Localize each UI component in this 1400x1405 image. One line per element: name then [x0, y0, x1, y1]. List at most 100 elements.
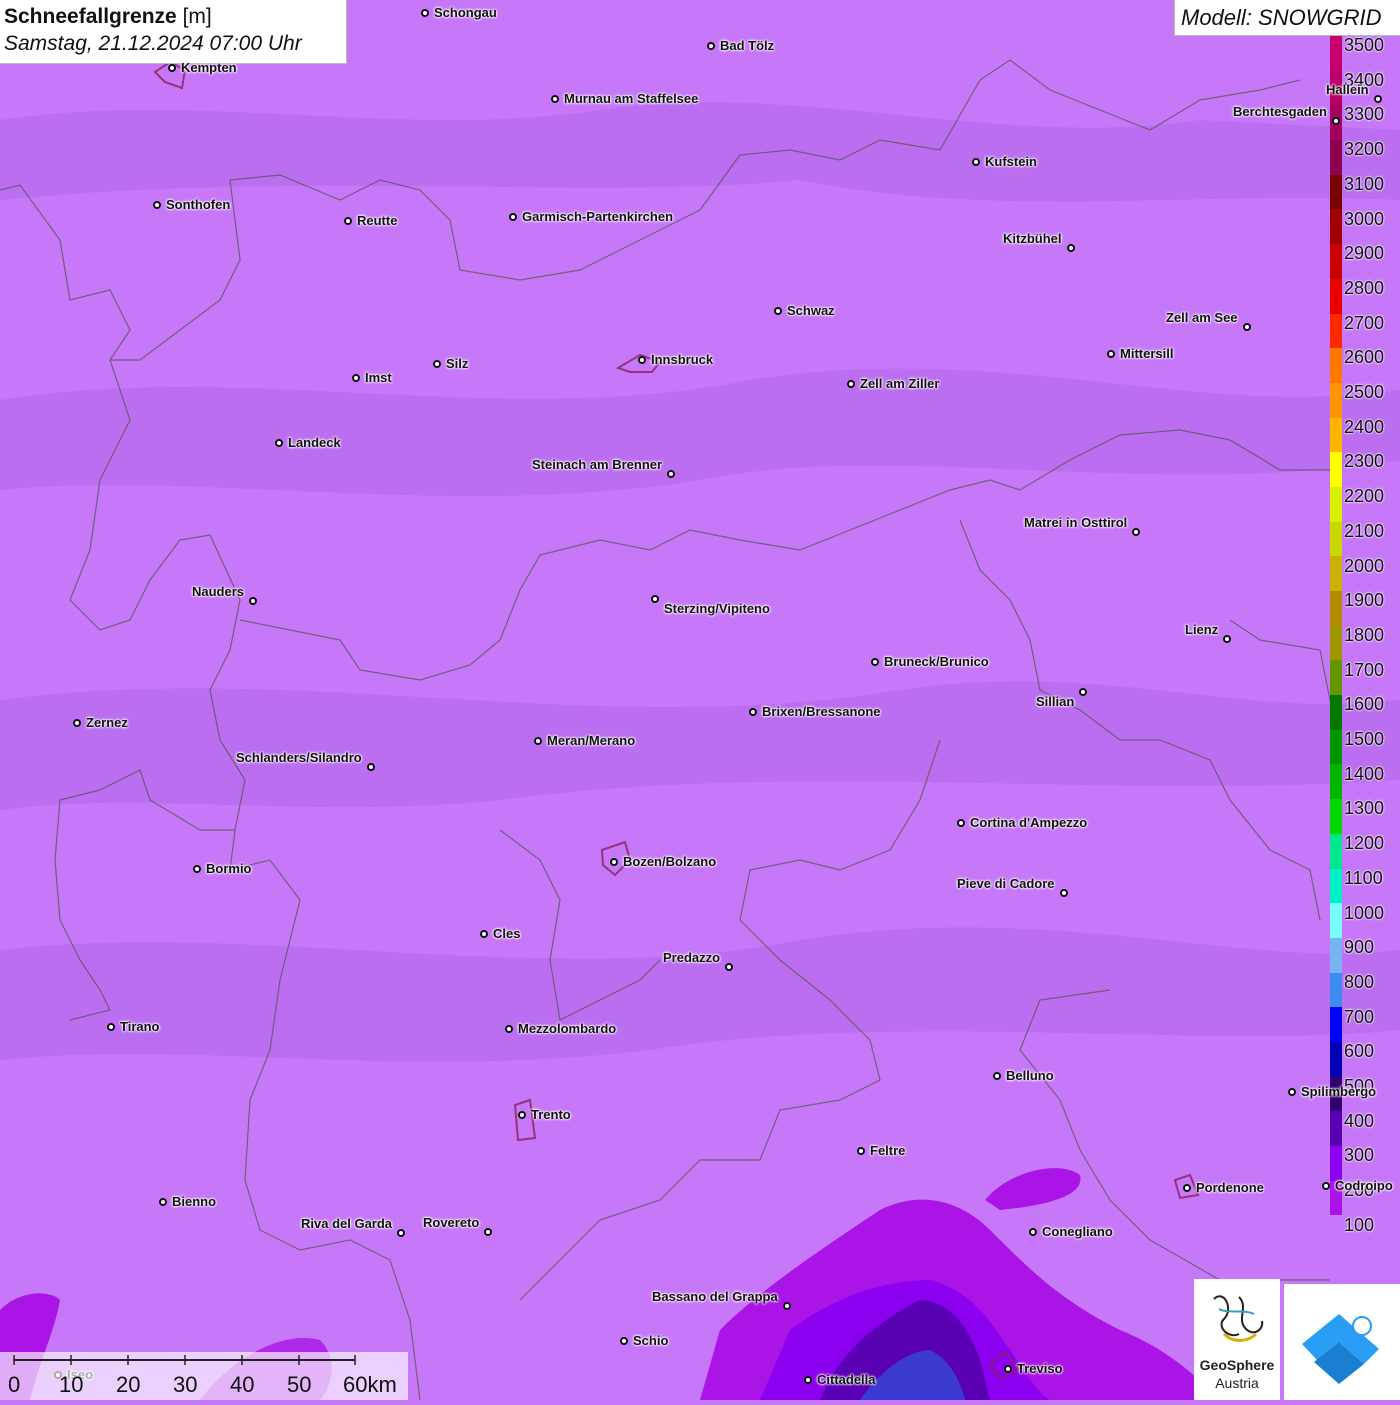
- city-dot-icon: [667, 470, 675, 478]
- city-label: Schongau: [434, 5, 497, 20]
- city-dot-icon: [857, 1147, 865, 1155]
- city-dot-icon: [707, 42, 715, 50]
- city-dot-icon: [871, 658, 879, 666]
- city-label: Pieve di Cadore: [957, 876, 1055, 891]
- legend-value-label: 2300: [1344, 451, 1385, 472]
- legend-value-label: 1900: [1344, 590, 1385, 611]
- city-dot-icon: [783, 1302, 791, 1310]
- model-label-box: Modell: SNOWGRID: [1174, 0, 1400, 36]
- city-dot-icon: [509, 213, 517, 221]
- city-label: Zell am See: [1166, 310, 1238, 325]
- legend-color-swatch: [1330, 382, 1342, 418]
- city-dot-icon: [638, 356, 646, 364]
- city-dot-icon: [1243, 323, 1251, 331]
- legend-color-swatch: [1330, 452, 1342, 487]
- city-label: Pordenone: [1196, 1180, 1264, 1195]
- city-dot-icon: [1079, 688, 1087, 696]
- legend-value-label: 600: [1344, 1041, 1375, 1062]
- legend-value-label: 2600: [1344, 347, 1385, 368]
- city-label: Trento: [531, 1107, 571, 1122]
- scale-tick-label: 20: [116, 1372, 141, 1397]
- city-label: Schio: [633, 1333, 669, 1348]
- legend-value-label: 2800: [1344, 277, 1385, 298]
- city-dot-icon: [159, 1198, 167, 1206]
- city-label: Sterzing/Vipiteno: [664, 601, 770, 616]
- legend-value-label: 2700: [1344, 312, 1385, 333]
- city-dot-icon: [367, 763, 375, 771]
- legend-color-swatch: [1330, 348, 1342, 383]
- legend-value-label: 2100: [1344, 520, 1385, 541]
- city-label: Conegliano: [1042, 1224, 1113, 1239]
- map-title: Schneefallgrenze [m]: [4, 5, 212, 28]
- geosphere-emblem-icon: [1213, 1295, 1264, 1342]
- city-dot-icon: [610, 858, 618, 866]
- city-label: Bassano del Grappa: [652, 1289, 778, 1304]
- legend-color-swatch: [1330, 695, 1342, 730]
- legend-color-swatch: [1330, 313, 1342, 349]
- city-label: Feltre: [870, 1143, 906, 1158]
- city-label: Hallein: [1326, 82, 1369, 97]
- scale-tick-label: 40: [230, 1372, 255, 1397]
- scale-tick-label: 50: [287, 1372, 312, 1397]
- city-dot-icon: [620, 1337, 628, 1345]
- city-dot-icon: [534, 737, 542, 745]
- legend-color-swatch: [1330, 903, 1342, 938]
- city-dot-icon: [193, 865, 201, 873]
- legend-value-label: 1500: [1344, 729, 1385, 749]
- city-dot-icon: [1060, 889, 1068, 897]
- legend-color-swatch: [1330, 729, 1342, 765]
- city-dot-icon: [957, 819, 965, 827]
- city-dot-icon: [993, 1072, 1001, 1080]
- legend-color-swatch: [1330, 764, 1342, 800]
- city-label: Zell am Ziller: [860, 376, 940, 391]
- legend-color-swatch: [1330, 1111, 1342, 1146]
- legend-color-swatch: [1330, 591, 1342, 626]
- legend-color-swatch: [1330, 833, 1342, 869]
- city-label: Nauders: [192, 584, 245, 599]
- city-label: Kempten: [181, 60, 237, 75]
- city-dot-icon: [774, 307, 782, 315]
- city-dot-icon: [1223, 635, 1231, 643]
- city-label: Riva del Garda: [301, 1216, 393, 1231]
- city-label: Schwaz: [787, 303, 835, 318]
- city-label: Codroipo: [1335, 1178, 1393, 1193]
- legend-value-label: 3100: [1344, 173, 1385, 194]
- legend-color-swatch: [1330, 1146, 1342, 1181]
- legend-value-label: 3200: [1344, 139, 1385, 160]
- city-label: Belluno: [1006, 1068, 1054, 1083]
- legend-color-swatch: [1330, 1215, 1342, 1251]
- legend-value-label: 1200: [1344, 833, 1385, 854]
- city-label: Innsbruck: [651, 352, 714, 367]
- legend-color-swatch: [1330, 244, 1342, 279]
- city-label: Garmisch-Partenkirchen: [522, 209, 674, 224]
- city-dot-icon: [1332, 117, 1340, 125]
- city-dot-icon: [847, 380, 855, 388]
- legend-color-swatch: [1330, 972, 1342, 1008]
- app-logo[interactable]: [1284, 1284, 1400, 1400]
- city-dot-icon: [1183, 1184, 1191, 1192]
- city-label: Sonthofen: [166, 197, 231, 212]
- legend-value-label: 1000: [1344, 902, 1385, 923]
- city-label: Brixen/Bressanone: [762, 704, 881, 719]
- legend-value-label: 100: [1344, 1214, 1375, 1235]
- legend-value-label: 300: [1344, 1145, 1375, 1166]
- model-label: Modell: SNOWGRID: [1181, 5, 1382, 30]
- city-label: Cittadella: [817, 1372, 876, 1387]
- city-label: Mittersill: [1120, 346, 1174, 361]
- city-dot-icon: [249, 597, 257, 605]
- city-dot-icon: [972, 158, 980, 166]
- legend-color-swatch: [1330, 660, 1342, 696]
- legend-value-label: 1700: [1344, 659, 1385, 680]
- mountain-weather-icon: [1302, 1314, 1379, 1384]
- legend-value-label: 2500: [1344, 382, 1385, 402]
- legend-value-label: 1600: [1344, 694, 1385, 715]
- scale-tick-label: 0: [8, 1372, 21, 1397]
- map-title-box: Schneefallgrenze [m] Samstag, 21.12.2024…: [0, 0, 347, 64]
- legend-value-label: 2200: [1344, 486, 1385, 507]
- city-dot-icon: [421, 9, 429, 17]
- geosphere-logo[interactable]: GeoSphere Austria: [1194, 1279, 1280, 1400]
- city-label: Bormio: [206, 861, 252, 876]
- city-dot-icon: [153, 201, 161, 209]
- city-dot-icon: [168, 64, 176, 72]
- city-label: Kitzbühel: [1003, 231, 1062, 246]
